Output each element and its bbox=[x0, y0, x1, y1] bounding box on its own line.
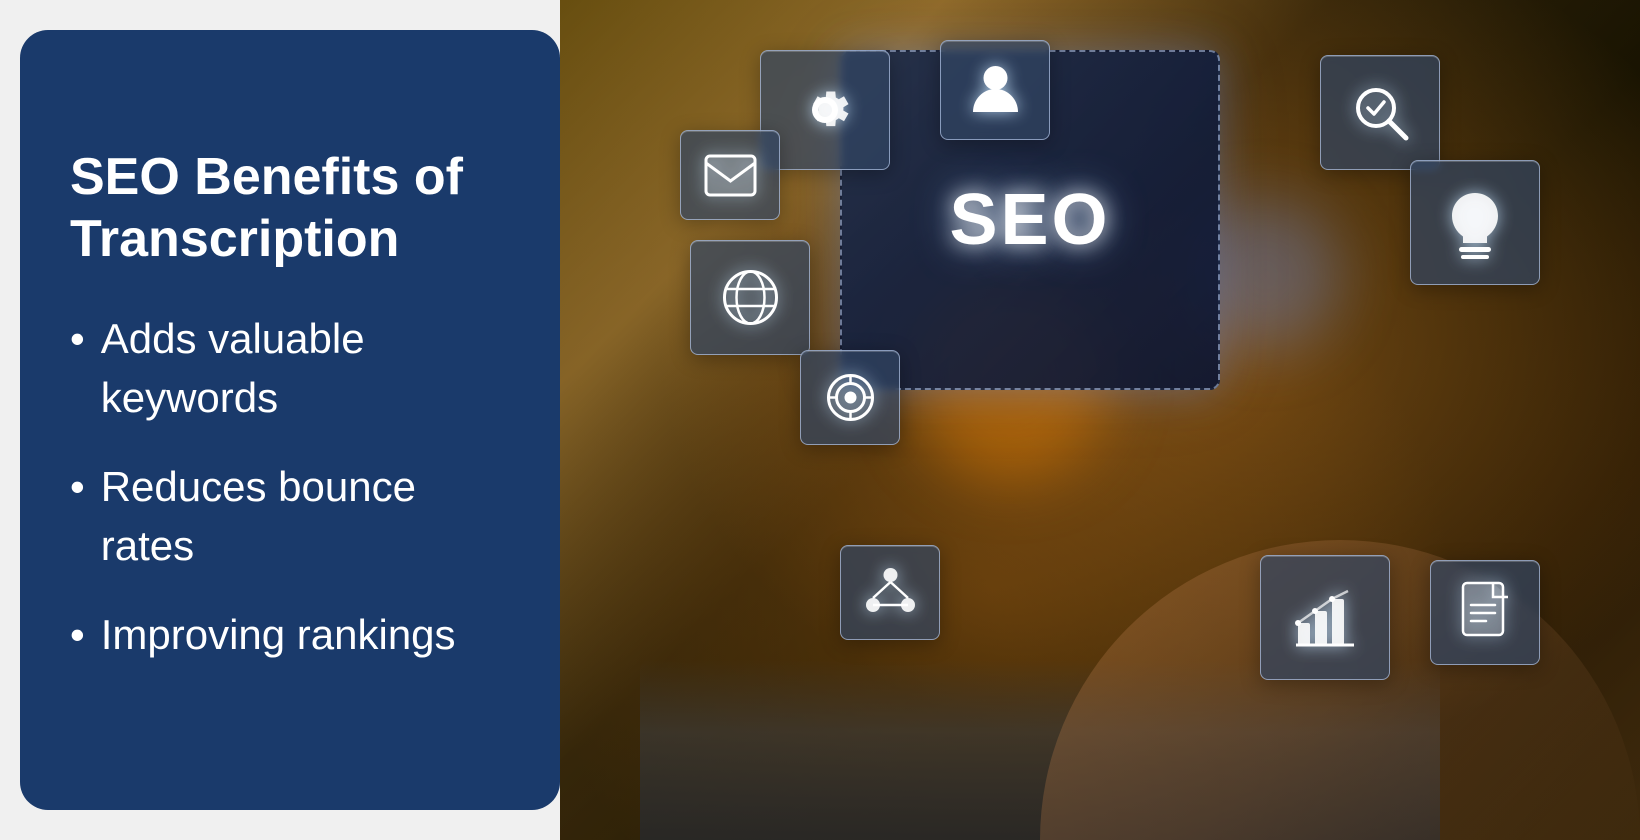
title-line1: SEO Benefits of bbox=[70, 148, 463, 206]
bullet-text-2: Reduces bounce rates bbox=[101, 458, 510, 576]
main-title: SEO Benefits of Transcription bbox=[70, 146, 510, 271]
seo-background-image: SEO bbox=[560, 0, 1640, 840]
page-container: SEO Benefits of Transcription • Adds val… bbox=[0, 0, 1640, 840]
bullet-char: • bbox=[70, 606, 85, 665]
list-item: • Improving rankings bbox=[70, 606, 510, 665]
bullet-char: • bbox=[70, 310, 85, 369]
list-item: • Reduces bounce rates bbox=[70, 458, 510, 576]
bullet-list: • Adds valuable keywords • Reduces bounc… bbox=[70, 310, 510, 694]
right-panel: SEO bbox=[560, 0, 1640, 840]
left-panel: SEO Benefits of Transcription • Adds val… bbox=[20, 30, 560, 810]
bullet-char: • bbox=[70, 458, 85, 517]
bullet-text-3: Improving rankings bbox=[101, 606, 456, 665]
list-item: • Adds valuable keywords bbox=[70, 310, 510, 428]
bullet-text-1: Adds valuable keywords bbox=[101, 310, 510, 428]
title-line2: Transcription bbox=[70, 210, 399, 268]
